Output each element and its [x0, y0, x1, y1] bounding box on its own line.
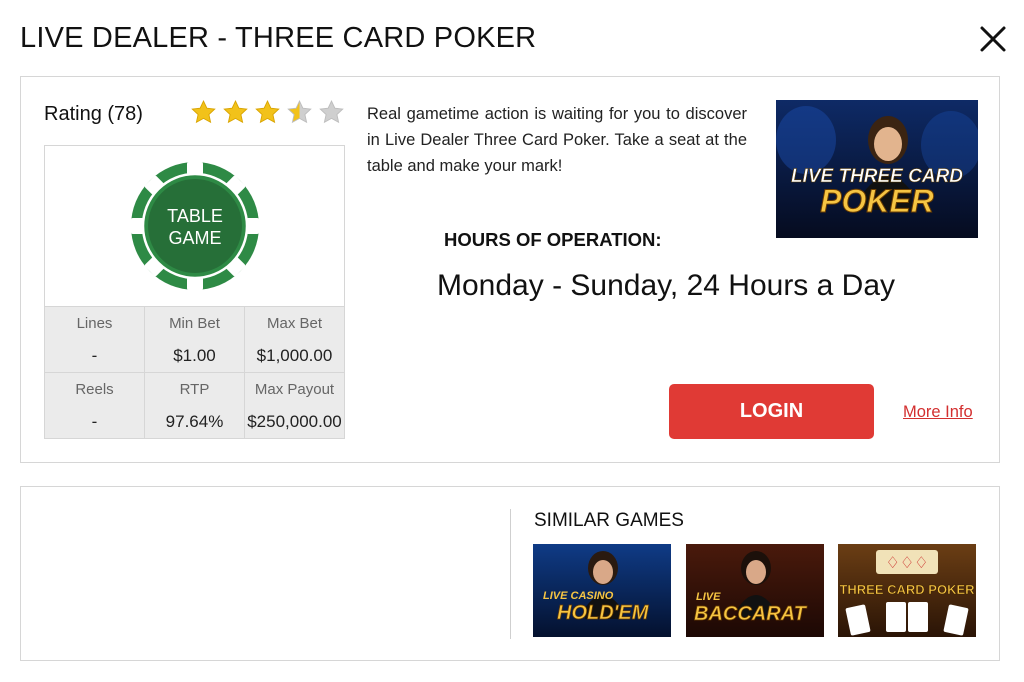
star-empty-icon: [319, 99, 344, 124]
stat-cell: Reels -: [44, 372, 145, 439]
game-category-box: TABLE GAME: [44, 145, 345, 307]
hours-value: Monday - Sunday, 24 Hours a Day: [437, 269, 896, 302]
stat-label: Max Bet: [266, 315, 323, 332]
stat-label: Lines: [76, 315, 113, 332]
close-icon: [980, 26, 1006, 52]
close-button[interactable]: [976, 22, 1010, 56]
stat-label: Min Bet: [169, 315, 220, 332]
similar-game-baccarat[interactable]: LIVE BACCARAT: [686, 544, 824, 637]
stat-value: $1,000.00: [256, 346, 333, 365]
chip-line1: TABLE: [167, 206, 223, 226]
similar-game-line2: BACCARAT: [694, 603, 808, 625]
divider: [510, 509, 511, 639]
rating-label: Rating (78): [44, 103, 143, 125]
similar-game-line2: HOLD'EM: [557, 602, 650, 624]
stat-cell: Lines -: [44, 306, 145, 373]
stat-value: -: [91, 412, 98, 431]
hours-label: HOURS OF OPERATION:: [444, 229, 662, 250]
stat-value: 97.64%: [165, 412, 224, 431]
stat-value: $1.00: [173, 346, 216, 365]
star-half-icon: [287, 99, 312, 124]
more-info-link[interactable]: More Info: [903, 403, 973, 422]
similar-game-holdem[interactable]: LIVE CASINO HOLD'EM: [533, 544, 671, 637]
similar-game-line1: THREE CARD POKER: [839, 582, 975, 597]
stat-value: -: [91, 346, 98, 365]
stat-cell: RTP 97.64%: [144, 372, 245, 439]
login-button[interactable]: LOGIN: [669, 384, 874, 439]
similar-game-line1: LIVE: [696, 591, 721, 603]
svg-text:♢♢♢: ♢♢♢: [885, 553, 928, 572]
stat-cell: Min Bet $1.00: [144, 306, 245, 373]
star-rating: [190, 99, 345, 126]
stat-cell: Max Payout $250,000.00: [244, 372, 345, 439]
game-stats-table: Lines - Min Bet $1.00 Max Bet $1,000.00 Ree…: [44, 306, 345, 439]
similar-games-panel: SIMILAR GAMES LIVE CASINO HOLD'EM LIVE B…: [20, 486, 1000, 661]
modal-title: LIVE DEALER - THREE CARD POKER: [20, 22, 537, 54]
stat-value: $250,000.00: [247, 412, 342, 431]
table-game-chip-icon: TABLE GAME: [131, 162, 259, 290]
stat-cell: Max Bet $1,000.00: [244, 306, 345, 373]
similar-games-title: SIMILAR GAMES: [534, 510, 684, 531]
stat-label: RTP: [179, 381, 210, 398]
chip-line2: GAME: [168, 228, 221, 248]
game-description: Real gametime action is waiting for you …: [367, 105, 747, 175]
thumbnail-line2: POKER: [820, 183, 934, 219]
star-filled-icon: [223, 99, 248, 124]
game-details-panel: Rating (78) TABLE GAME Lines - Min Bet $…: [20, 76, 1000, 463]
similar-game-line1: LIVE CASINO: [543, 590, 614, 602]
star-filled-icon: [255, 99, 280, 124]
similar-game-three-card-poker[interactable]: ♢♢♢ THREE CARD POKER: [838, 544, 976, 637]
star-filled-icon: [191, 99, 216, 124]
stat-label: Max Payout: [254, 381, 335, 398]
game-thumbnail: LIVE THREE CARD POKER: [776, 100, 978, 238]
stat-label: Reels: [75, 381, 114, 398]
